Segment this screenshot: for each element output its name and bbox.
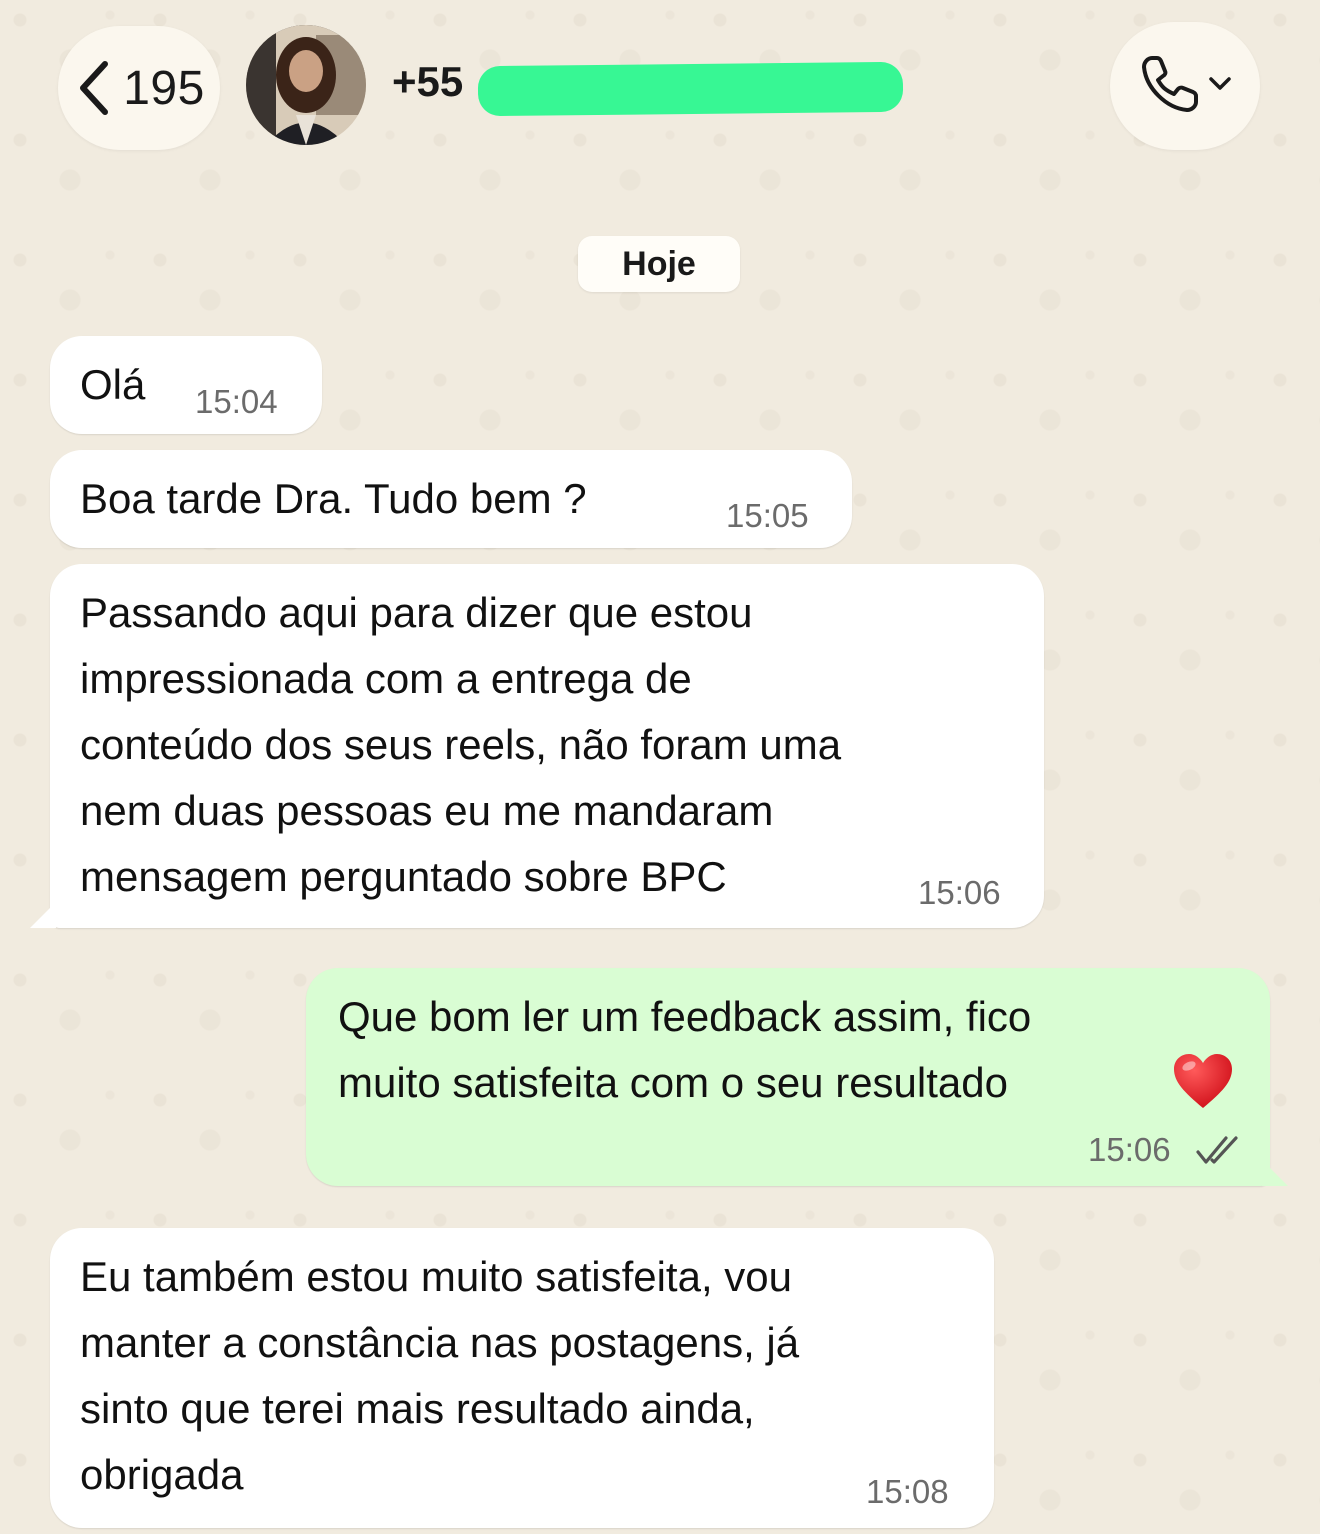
chevron-left-icon <box>73 58 115 118</box>
message-text: Boa tarde Dra. Tudo bem ? <box>80 475 587 522</box>
double-check-icon <box>1196 1136 1242 1171</box>
chevron-down-icon <box>1208 76 1232 97</box>
chat-header: 195 +55 <box>0 0 1320 175</box>
contact-name[interactable]: +55 <box>392 58 463 106</box>
bubble-tail <box>30 902 56 928</box>
call-button[interactable] <box>1110 22 1260 150</box>
back-button[interactable]: 195 <box>58 26 220 150</box>
redaction-mark <box>477 61 904 117</box>
message-text: Olá <box>80 361 146 408</box>
message-bubble-incoming[interactable]: Olá 15:04 <box>50 336 322 434</box>
date-separator: Hoje <box>578 236 740 292</box>
message-bubble-incoming[interactable]: Eu também estou muito satisfeita, vou ma… <box>50 1228 994 1528</box>
message-bubble-incoming[interactable]: Boa tarde Dra. Tudo bem ? 15:05 <box>50 450 852 548</box>
message-time: 15:06 <box>918 874 1001 911</box>
message-time: 15:05 <box>726 497 809 534</box>
avatar-photo <box>246 25 366 145</box>
message-text: Eu também estou muito satisfeita, vou ma… <box>80 1253 800 1498</box>
message-text: Que bom ler um feedback assim, fico muit… <box>338 993 1032 1106</box>
unread-count: 195 <box>123 61 205 115</box>
message-time: 15:08 <box>866 1473 949 1510</box>
heart-emoji-icon <box>1172 1052 1234 1115</box>
message-bubble-outgoing[interactable]: Que bom ler um feedback assim, fico muit… <box>306 968 1270 1186</box>
message-bubble-incoming[interactable]: Passando aqui para dizer que estou impre… <box>50 564 1044 928</box>
phone-icon <box>1138 52 1202 121</box>
message-text: Passando aqui para dizer que estou impre… <box>80 589 842 900</box>
message-time: 15:04 <box>195 383 278 420</box>
message-time: 15:06 <box>1088 1131 1171 1168</box>
bubble-tail <box>1262 1160 1288 1186</box>
contact-avatar[interactable] <box>246 25 366 145</box>
